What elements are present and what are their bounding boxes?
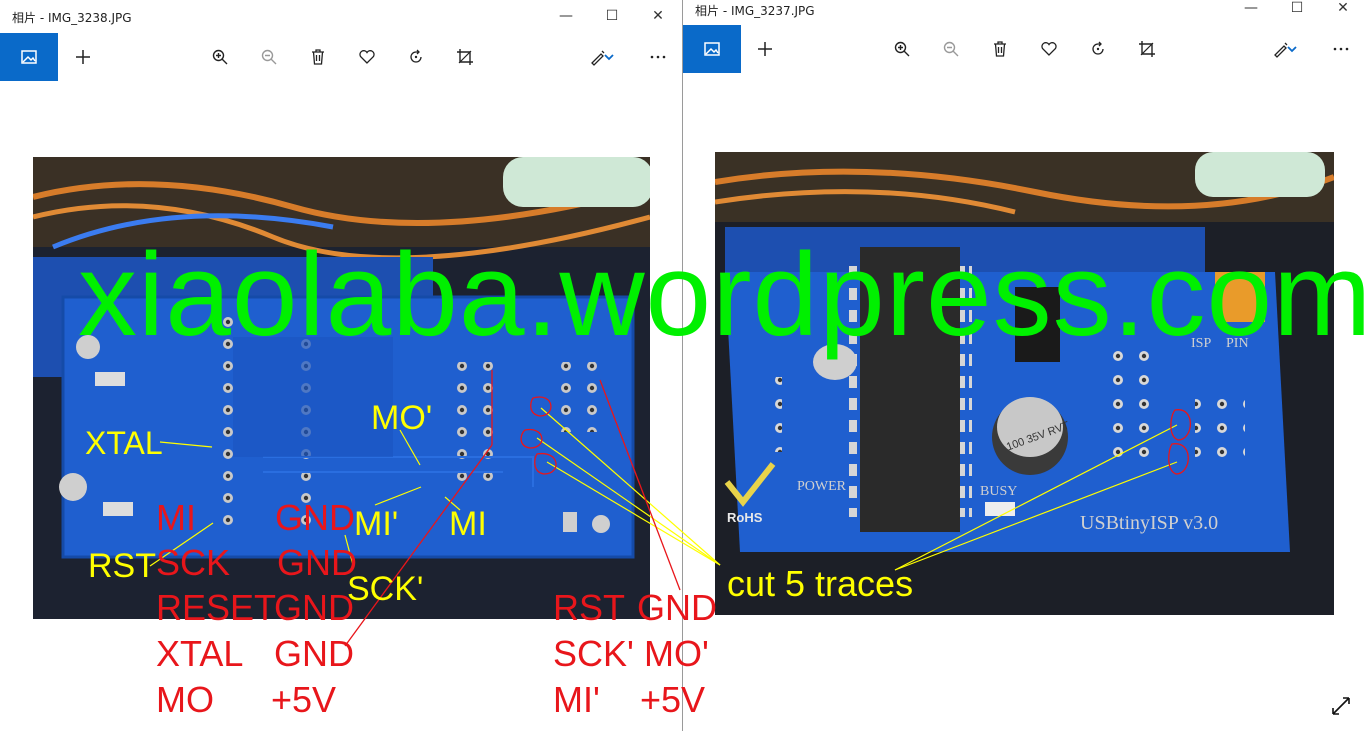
expand-icon[interactable] (1330, 695, 1352, 717)
photo-toolbar (0, 33, 682, 81)
window-title: 相片 - IMG_3238.JPG (12, 11, 132, 25)
board-power: POWER (797, 479, 847, 494)
zoom-in-icon[interactable] (196, 33, 244, 81)
rotate-icon[interactable] (1074, 25, 1122, 73)
board-rohs: RoHS (727, 510, 763, 525)
image-icon[interactable] (0, 33, 58, 81)
photos-window-left: 相片 - IMG_3238.JPG — ☐ ✕ (0, 0, 683, 731)
favorite-icon[interactable] (1025, 25, 1073, 73)
minimize-button[interactable]: — (543, 0, 589, 32)
photo-toolbar (683, 25, 1366, 73)
zoom-out-icon[interactable] (927, 25, 975, 73)
close-button[interactable]: ✕ (635, 0, 681, 32)
window-title: 相片 - IMG_3237.JPG (695, 4, 815, 18)
photos-window-right: 相片 - IMG_3237.JPG — ☐ ✕ RoHS POWER BUSY … (683, 0, 1366, 731)
photo-left (33, 157, 650, 619)
close-button[interactable]: ✕ (1320, 0, 1366, 24)
delete-icon[interactable] (294, 33, 342, 81)
minimize-button[interactable]: — (1228, 0, 1274, 24)
board-busy: BUSY (980, 484, 1017, 499)
photo-right: RoHS POWER BUSY USBtinyISP v3.0 ISP PIN … (715, 152, 1334, 615)
board-isp: ISP (1191, 336, 1211, 351)
crop-icon[interactable] (1123, 25, 1171, 73)
maximize-button[interactable]: ☐ (1274, 0, 1320, 24)
maximize-button[interactable]: ☐ (589, 0, 635, 32)
image-icon[interactable] (683, 25, 741, 73)
title-bar[interactable]: 相片 - IMG_3238.JPG — ☐ ✕ (0, 0, 682, 32)
board-usbtinyisp: USBtinyISP v3.0 (1080, 512, 1218, 534)
chevron-down-icon[interactable] (1280, 25, 1304, 73)
zoom-out-icon[interactable] (245, 33, 293, 81)
delete-icon[interactable] (976, 25, 1024, 73)
add-icon[interactable] (741, 25, 789, 73)
rotate-icon[interactable] (392, 33, 440, 81)
add-icon[interactable] (59, 33, 107, 81)
more-icon[interactable] (1317, 25, 1365, 73)
crop-icon[interactable] (441, 33, 489, 81)
more-icon[interactable] (634, 33, 682, 81)
zoom-in-icon[interactable] (878, 25, 926, 73)
favorite-icon[interactable] (343, 33, 391, 81)
board-pin: PIN (1226, 336, 1249, 351)
chevron-down-icon[interactable] (597, 33, 621, 81)
